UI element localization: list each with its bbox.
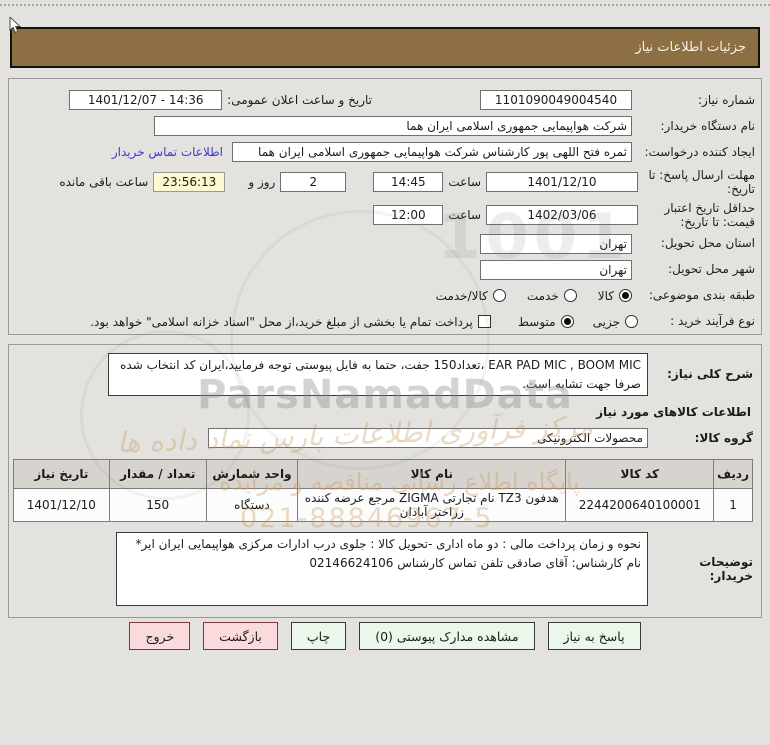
classification-label: طبقه بندی موضوعی: xyxy=(637,288,755,302)
radio-goods-label: کالا xyxy=(598,289,614,303)
print-button[interactable]: چاپ xyxy=(291,622,346,650)
creator-label: ایجاد کننده درخواست: xyxy=(637,145,755,159)
col-need-date: تاریخ نیاز xyxy=(14,460,110,489)
buyer-org-row: نام دستگاه خریدار: شرکت هواپیمایی جمهوری… xyxy=(15,116,755,136)
creator-row: ایجاد کننده درخواست: ثمره فتح اللهی پور … xyxy=(15,142,755,162)
buyer-org-field: شرکت هواپیمایی جمهوری اسلامی ایران هما xyxy=(154,116,632,136)
mouse-cursor-icon xyxy=(9,17,23,35)
goods-info-panel: شرح کلی نیاز: EAR PAD MIC , BOOM MIC ،تع… xyxy=(8,344,762,618)
need-number-row: شماره نیاز: 1101090049004540 تاریخ و ساع… xyxy=(15,90,755,110)
top-divider xyxy=(0,4,770,6)
cell-quantity: 150 xyxy=(109,489,206,522)
province-row: استان محل تحویل: تهران xyxy=(15,234,755,254)
province-field: تهران xyxy=(480,234,632,254)
province-label: استان محل تحویل: xyxy=(637,236,755,250)
radio-service-label: خدمت xyxy=(527,289,559,303)
radio-service[interactable] xyxy=(564,289,577,302)
goods-table: ردیف کد کالا نام کالا واحد شمارش تعداد /… xyxy=(13,459,753,522)
deadline-date-field: 1401/12/10 xyxy=(486,172,638,192)
buyer-notes-label: توضیحات خریدار: xyxy=(653,555,753,583)
action-buttons-row: پاسخ به نیاز مشاهده مدارک پیوستی (0) چاپ… xyxy=(0,622,770,650)
radio-goods[interactable] xyxy=(619,289,632,302)
page-title: جزئیات اطلاعات نیاز xyxy=(635,40,746,55)
hours-remaining-label: ساعت باقی مانده xyxy=(59,175,148,189)
page-title-bar: جزئیات اطلاعات نیاز xyxy=(10,27,760,68)
goods-group-row: گروه کالا: محصولات الکترونیکی xyxy=(17,428,753,448)
validity-hour-label: ساعت xyxy=(448,208,481,222)
back-button[interactable]: بازگشت xyxy=(203,622,278,650)
deadline-label: مهلت ارسال پاسخ: تا تاریخ: xyxy=(643,168,755,197)
buyer-notes-row: توضیحات خریدار: نحوه و زمان پرداخت مالی … xyxy=(17,532,753,606)
deadline-hour-label: ساعت xyxy=(448,175,481,189)
purchase-process-row: نوع فرآیند خرید : جزیی متوسط پرداخت تمام… xyxy=(15,312,755,332)
deadline-row: مهلت ارسال پاسخ: تا تاریخ: 1401/12/10 سا… xyxy=(15,168,755,197)
col-quantity: تعداد / مقدار xyxy=(109,460,206,489)
col-goods-code: کد کالا xyxy=(566,460,714,489)
need-number-field: 1101090049004540 xyxy=(480,90,632,110)
need-description-box: EAR PAD MIC , BOOM MIC ،تعداد150 جفت، حت… xyxy=(108,353,648,396)
announce-datetime-field: 1401/12/07 - 14:36 xyxy=(69,90,222,110)
view-attachments-button[interactable]: مشاهده مدارک پیوستی (0) xyxy=(359,622,534,650)
creator-field: ثمره فتح اللهی پور کارشناس شرکت هواپیمای… xyxy=(232,142,632,162)
city-row: شهر محل تحویل: تهران xyxy=(15,260,755,280)
countdown-field: 23:56:13 xyxy=(153,172,225,192)
need-description-row: شرح کلی نیاز: EAR PAD MIC , BOOM MIC ،تع… xyxy=(17,353,753,396)
radio-goods-service[interactable] xyxy=(493,289,506,302)
buyer-notes-line2: نام کارشناس: آقای صادقی تلفن تماس کارشنا… xyxy=(123,554,641,573)
need-description-label: شرح کلی نیاز: xyxy=(653,367,753,381)
buyer-notes-line1: نحوه و زمان پرداخت مالی : دو ماه اداری -… xyxy=(123,535,641,554)
radio-medium-label: متوسط xyxy=(518,315,556,329)
goods-group-label: گروه کالا: xyxy=(653,431,753,445)
goods-group-field: محصولات الکترونیکی xyxy=(208,428,648,448)
validity-date-field: 1402/03/06 xyxy=(486,205,638,225)
table-row: 1 2244200640100001 هدفون TZ3 نام تجارتی … xyxy=(14,489,753,522)
buyer-notes-box: نحوه و زمان پرداخت مالی : دو ماه اداری -… xyxy=(116,532,648,606)
goods-info-title: اطلاعات کالاهای مورد نیاز xyxy=(17,405,751,419)
cell-goods-code: 2244200640100001 xyxy=(566,489,714,522)
need-info-panel: شماره نیاز: 1101090049004540 تاریخ و ساع… xyxy=(8,78,762,335)
buyer-org-label: نام دستگاه خریدار: xyxy=(637,119,755,133)
buyer-contact-link[interactable]: اطلاعات تماس خریدار xyxy=(112,145,223,159)
cell-goods-name: هدفون TZ3 نام تجارتی ZIGMA مرجع عرضه کنن… xyxy=(298,489,566,522)
announce-datetime-label: تاریخ و ساعت اعلان عمومی: xyxy=(227,93,372,107)
col-row-number: ردیف xyxy=(714,460,753,489)
cell-count-unit: دستگاه xyxy=(206,489,297,522)
col-count-unit: واحد شمارش xyxy=(206,460,297,489)
purchase-process-label: نوع فرآیند خرید : xyxy=(643,314,755,328)
days-remaining-field: 2 xyxy=(280,172,346,192)
goods-table-header-row: ردیف کد کالا نام کالا واحد شمارش تعداد /… xyxy=(14,460,753,489)
need-number-label: شماره نیاز: xyxy=(637,93,755,107)
radio-partial-label: جزیی xyxy=(593,315,620,329)
treasury-checkbox-label: پرداخت تمام یا بخشی از مبلغ خرید،از محل … xyxy=(90,315,473,329)
radio-medium[interactable] xyxy=(561,315,574,328)
deadline-time-field: 14:45 xyxy=(373,172,443,192)
radio-partial[interactable] xyxy=(625,315,638,328)
respond-button[interactable]: پاسخ به نیاز xyxy=(548,622,641,650)
col-goods-name: نام کالا xyxy=(298,460,566,489)
city-field: تهران xyxy=(480,260,632,280)
validity-row: حداقل تاریخ اعتبار قیمت: تا تاریخ: 1402/… xyxy=(15,201,755,230)
treasury-checkbox[interactable] xyxy=(478,315,491,328)
need-details-page: { "titlebar": { "text": "جزئیات اطلاعات … xyxy=(0,0,770,745)
days-and-label: روز و xyxy=(248,175,275,189)
cell-need-date: 1401/12/10 xyxy=(14,489,110,522)
exit-button[interactable]: خروج xyxy=(129,622,190,650)
validity-label: حداقل تاریخ اعتبار قیمت: تا تاریخ: xyxy=(643,201,755,230)
classification-row: طبقه بندی موضوعی: کالا خدمت کالا/خدمت xyxy=(15,286,755,306)
city-label: شهر محل تحویل: xyxy=(637,262,755,276)
cell-row-number: 1 xyxy=(714,489,753,522)
radio-goods-service-label: کالا/خدمت xyxy=(436,289,488,303)
validity-time-field: 12:00 xyxy=(373,205,443,225)
